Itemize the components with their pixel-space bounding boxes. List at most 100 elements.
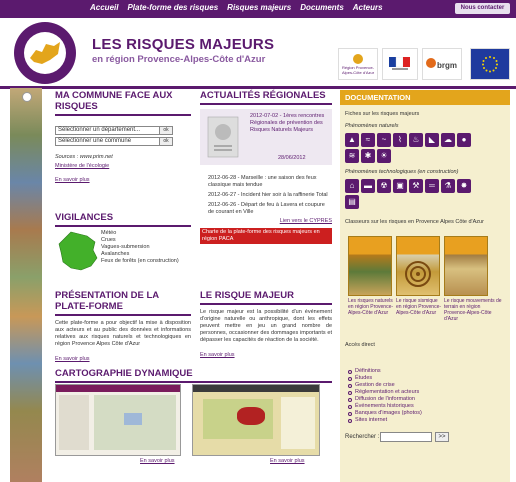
charte-link[interactable]: Charte de la plate-forme des risques maj… — [200, 228, 332, 244]
nav-acteurs[interactable]: Acteurs — [353, 3, 383, 12]
book-caption-1[interactable]: Les risques naturels en région Provence-… — [348, 298, 396, 316]
carto1-titlebar — [56, 385, 180, 392]
risque-section: LE RISQUE MAJEUR Le risque majeur est la… — [200, 290, 332, 358]
vigilance-crues[interactable]: Crues — [101, 237, 179, 244]
mine-icon[interactable]: ⚒ — [409, 179, 423, 193]
vigilance-avalanches[interactable]: Avalanches — [101, 251, 179, 258]
flood-icon[interactable]: ~ — [377, 133, 391, 147]
news-item[interactable]: 2012-06-27 - Incident hier soir à la raf… — [208, 192, 332, 199]
nav-risques-majeurs[interactable]: Risques majeurs — [227, 3, 291, 12]
search-input[interactable] — [380, 432, 432, 442]
snow-icon[interactable]: ✱ — [361, 149, 375, 163]
presentation-title: PRÉSENTATION DE LA PLATE-FORME — [55, 290, 159, 312]
nav-documents[interactable]: Documents — [300, 3, 344, 12]
commune-go-button[interactable]: ok — [159, 137, 173, 146]
carto1-panel — [59, 395, 89, 450]
left-bullet-decoration — [22, 92, 32, 102]
news-item[interactable]: 2012-06-26 - Départ de feu à Lavera et c… — [208, 202, 332, 216]
explosion-icon[interactable]: ✸ — [457, 179, 471, 193]
vigilance-meteo[interactable]: Météo — [101, 230, 179, 237]
contact-button[interactable]: Nous contacter — [455, 3, 510, 14]
vigilance-vagues[interactable]: Vagues-submersion — [101, 244, 179, 251]
carto-thumbnail-1[interactable] — [55, 384, 181, 456]
truck-icon[interactable]: ▤ — [345, 195, 359, 209]
book-risques-naturels[interactable] — [348, 236, 392, 296]
carto-more-link-2[interactable]: En savoir plus — [270, 458, 305, 464]
commune-more-link[interactable]: En savoir plus — [55, 177, 191, 183]
naturels-icons-row2: ≋ ✱ ☀ — [340, 149, 510, 163]
acces-item[interactable]: Gestion de crise — [348, 382, 422, 389]
france-map-icon[interactable] — [57, 230, 99, 272]
spiral-icon — [405, 261, 431, 287]
acces-item[interactable]: Études — [348, 375, 422, 382]
carto2-legend — [281, 397, 315, 449]
acces-direct-title: Accès direct — [345, 342, 375, 348]
nav-plateforme[interactable]: Plate-forme des risques — [127, 3, 218, 12]
ministere-link[interactable]: Ministère de l'écologie — [55, 163, 191, 169]
risque-divider — [200, 303, 332, 305]
commune-section: MA COMMUNE FACE AUX RISQUES Sélectionner… — [55, 90, 191, 183]
landslide-icon[interactable]: ◣ — [425, 133, 439, 147]
wind-icon[interactable]: ≋ — [345, 149, 359, 163]
acces-item[interactable]: Banques d'images (photos) — [348, 410, 422, 417]
carto-thumbnail-2[interactable] — [192, 384, 320, 456]
featured-news[interactable]: 2012-07-02 - 1ères rencontres Régionales… — [200, 109, 332, 165]
book-risque-sismique[interactable] — [396, 236, 440, 296]
partner-brgm-logo[interactable]: brgm — [422, 48, 462, 80]
transport-icon[interactable]: ▣ — [393, 179, 407, 193]
industrial-icon[interactable]: ⌂ — [345, 179, 359, 193]
fiches-label: Fiches sur les risques majeurs — [345, 111, 420, 117]
vigilance-feux[interactable]: Feux de forêts (en construction) — [101, 258, 179, 265]
risque-text: Le risque majeur est la possibilité d'un… — [200, 309, 332, 343]
naturels-icons: ▲ ≈ ~ ⌇ ♨ ◣ ☁ ● — [340, 133, 510, 147]
acces-item[interactable]: Définitions — [348, 368, 422, 375]
news-item[interactable]: 2012-06-28 - Marseille : une saison des … — [208, 175, 332, 189]
carto2-risk-zone — [237, 407, 265, 425]
commune-divider — [55, 114, 191, 116]
partner-eu-logo[interactable] — [470, 48, 510, 80]
departement-go-button[interactable]: ok — [159, 126, 173, 135]
book-caption-2[interactable]: Le risque sismique en région Provence-Al… — [396, 298, 444, 316]
acces-item[interactable]: Événements historiques — [348, 403, 422, 410]
naturels-label: Phénomènes naturels — [345, 123, 399, 129]
commune-select[interactable]: Sélectionner une commune ok — [55, 137, 173, 146]
fire-icon[interactable]: ♨ — [409, 133, 423, 147]
risque-more-link[interactable]: En savoir plus — [200, 352, 332, 358]
pipeline-icon[interactable]: ═ — [425, 179, 439, 193]
carto-divider — [55, 381, 332, 383]
site-subtitle: en région Provence-Alpes-Côte d'Azur — [92, 54, 266, 65]
region-emblem-icon — [353, 54, 363, 64]
acces-item[interactable]: Réglementation et acteurs — [348, 389, 422, 396]
book-mouvements-terrain[interactable] — [444, 236, 488, 296]
partner-marianne-logo[interactable] — [382, 48, 418, 80]
actualites-divider — [200, 103, 332, 105]
partner-region-logo[interactable]: Région Provence-Alpes-Côte d'Azur — [338, 48, 378, 80]
cypres-link[interactable]: Lien vers le CYPRES — [200, 218, 332, 224]
news-document-icon — [207, 116, 239, 158]
heat-icon[interactable]: ☀ — [377, 149, 391, 163]
search-label: Rechercher : — [345, 434, 380, 440]
acces-item[interactable]: Sites internet — [348, 417, 422, 424]
eu-stars-icon — [482, 56, 498, 73]
carto-more-link-1[interactable]: En savoir plus — [140, 458, 175, 464]
rockfall-icon[interactable]: ● — [457, 133, 471, 147]
region-map-icon — [30, 42, 60, 64]
techno-label: Phénomènes technologiques (en constructi… — [345, 169, 459, 175]
dam-icon[interactable]: ▬ — [361, 179, 375, 193]
wave-icon[interactable]: ≈ — [361, 133, 375, 147]
actualites-section: ACTUALITÉS RÉGIONALES 2012-07-02 - 1ères… — [200, 90, 332, 244]
left-photo-stripe — [10, 88, 42, 482]
earthquake-icon[interactable]: ⌇ — [393, 133, 407, 147]
departement-select[interactable]: Sélectionner un département... ok — [55, 126, 173, 135]
acces-item[interactable]: Diffusion de l'information — [348, 396, 422, 403]
book-caption-3[interactable]: Le risque mouvements de terrain en régio… — [444, 298, 504, 322]
search-button[interactable]: >> — [435, 432, 449, 442]
site-logo[interactable] — [14, 22, 76, 84]
avalanche-icon[interactable]: ▲ — [345, 133, 359, 147]
carto1-map — [94, 395, 176, 450]
presentation-more-link[interactable]: En savoir plus — [55, 356, 191, 362]
storm-icon[interactable]: ☁ — [441, 133, 455, 147]
chemical-icon[interactable]: ⚗ — [441, 179, 455, 193]
nav-accueil[interactable]: Accueil — [90, 3, 118, 12]
nuclear-icon[interactable]: ☢ — [377, 179, 391, 193]
